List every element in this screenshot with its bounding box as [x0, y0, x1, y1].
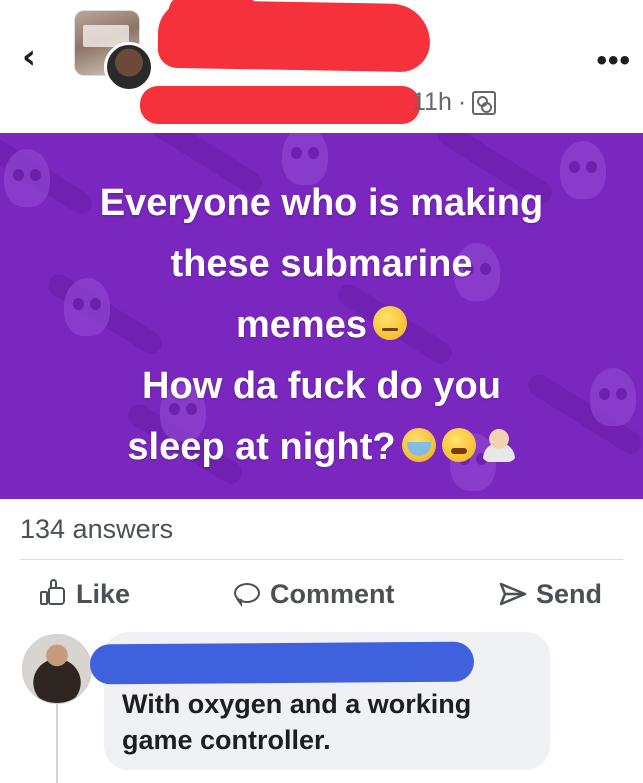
meta-separator: · [457, 88, 467, 116]
send-button[interactable]: Send [498, 572, 602, 616]
post-text: Everyone who is making these submarine m… [0, 173, 643, 478]
post-content: Everyone who is making these submarine m… [0, 133, 643, 499]
post-text-segment: memes [236, 304, 367, 346]
post-text-line: memes [0, 295, 643, 356]
steam-face-emoji-icon [441, 427, 476, 462]
action-bar: Like Comment Send [0, 572, 643, 616]
post-text-line: How da fuck do you [142, 365, 501, 407]
divider [20, 559, 623, 560]
answer-count[interactable]: 134 answers [20, 514, 173, 545]
redacted-author-name [157, 0, 431, 73]
post-text-segment: sleep at night? [127, 426, 396, 468]
raised-eyebrow-emoji-icon [372, 305, 407, 340]
more-options-icon[interactable]: ••• [596, 44, 631, 78]
post-text-line: Everyone who is making [99, 182, 544, 224]
send-icon [498, 579, 528, 609]
people-icon [472, 90, 497, 115]
redacted-subtitle [140, 86, 420, 124]
thread-line [56, 704, 58, 783]
author-avatar[interactable] [104, 42, 154, 92]
comment-text: With oxygen and a working game controlle… [122, 689, 472, 755]
post-meta: 11h · [412, 88, 497, 117]
comment-button[interactable]: Comment [232, 572, 395, 616]
facepalm-emoji-icon [481, 427, 516, 462]
send-label: Send [536, 578, 603, 609]
back-icon[interactable]: ‹ [22, 40, 52, 74]
like-label: Like [76, 578, 131, 609]
crying-emoji-icon [401, 427, 436, 462]
like-button[interactable]: Like [38, 572, 130, 616]
post-text-line: these submarine [170, 243, 473, 285]
comment-label: Comment [270, 578, 395, 609]
commenter-avatar[interactable] [22, 634, 92, 704]
redacted-commenter-name [89, 641, 475, 685]
post-text-line: sleep at night? [0, 417, 643, 478]
post-time: 11h [412, 88, 452, 116]
comment-icon [232, 579, 262, 609]
post-header: ‹ 11h · ••• [0, 0, 643, 132]
like-icon [38, 579, 68, 609]
